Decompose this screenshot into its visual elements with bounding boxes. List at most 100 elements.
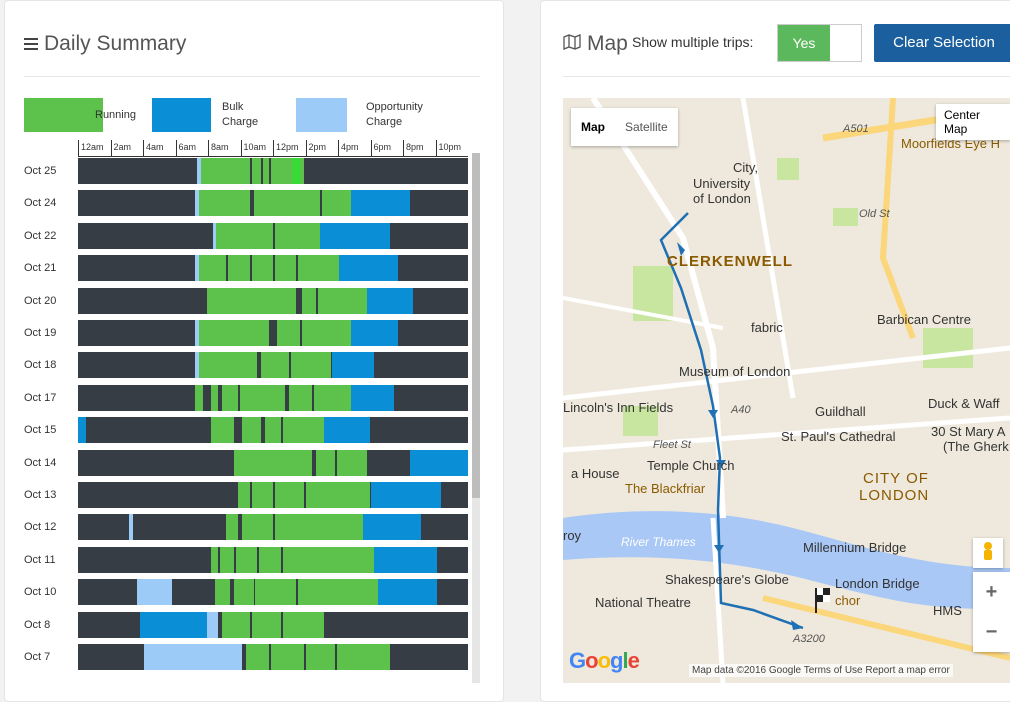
timeline-segment-idle[interactable] (366, 449, 410, 476)
timeline-segment-idle[interactable] (261, 158, 264, 184)
timeline-segment-idle[interactable] (273, 482, 275, 508)
timeline-segment-idle[interactable] (280, 546, 283, 573)
timeline-segment-bulk[interactable] (378, 579, 437, 606)
rows-scrollbar[interactable] (472, 153, 480, 683)
timeline-segment-running[interactable] (216, 222, 320, 249)
timeline-segment-running[interactable] (234, 449, 367, 476)
timeline-segment-bulk[interactable] (409, 449, 468, 476)
timeline-segment-running[interactable] (210, 417, 324, 444)
day-timeline-bar[interactable] (78, 255, 468, 282)
timeline-segment-bulk[interactable] (351, 384, 394, 411)
timeline-segment-idle[interactable] (273, 222, 275, 249)
day-timeline-bar[interactable] (78, 482, 468, 508)
timeline-segment-bulk[interactable] (78, 417, 86, 444)
timeline-segment-idle[interactable] (234, 417, 242, 444)
street-view-pegman-icon[interactable] (973, 538, 1003, 568)
timeline-segment-idle[interactable] (296, 287, 303, 314)
timeline-segment-idle[interactable] (284, 384, 289, 411)
timeline-segment-running[interactable] (245, 644, 390, 670)
timeline-segment-idle[interactable] (280, 611, 283, 638)
scroll-thumb[interactable] (472, 153, 480, 498)
timeline-segment-idle[interactable] (218, 384, 223, 411)
timeline-segment-idle[interactable] (226, 255, 229, 282)
zoom-out-button[interactable]: − (973, 612, 1010, 652)
timeline-segment-idle[interactable] (237, 384, 240, 411)
toggle-yes[interactable]: Yes (778, 25, 830, 61)
timeline-segment-idle[interactable] (249, 158, 252, 184)
zoom-in-button[interactable]: + (973, 572, 1010, 612)
timeline-segment-running[interactable] (200, 158, 285, 184)
timeline-segment-idle[interactable] (249, 255, 252, 282)
timeline-segment-idle[interactable] (312, 449, 316, 476)
timeline-segment-idle[interactable] (273, 255, 275, 282)
timeline-segment-idle[interactable] (335, 449, 338, 476)
timeline-segment-running[interactable] (226, 514, 363, 541)
timeline-segment-running[interactable] (198, 255, 340, 282)
timeline-segment-idle[interactable] (257, 546, 260, 573)
timeline-segment-idle[interactable] (253, 579, 256, 606)
day-timeline-bar[interactable] (78, 449, 468, 476)
center-map-button[interactable]: Center Map (936, 104, 1010, 140)
timeline-segment-idle[interactable] (319, 190, 322, 217)
timeline-segment-idle[interactable] (234, 546, 236, 573)
day-timeline-bar[interactable] (78, 287, 468, 314)
trip-map[interactable]: City, University of London CLERKENWELL fabri… (563, 98, 1010, 683)
timeline-segment-idle[interactable] (257, 352, 262, 379)
day-timeline-bar[interactable] (78, 320, 468, 346)
timeline-segment-bulk[interactable] (323, 417, 371, 444)
timeline-segment-idle[interactable] (237, 514, 242, 541)
day-timeline-bar[interactable] (78, 352, 468, 379)
timeline-segment-idle[interactable] (249, 611, 252, 638)
timeline-segment-bulk[interactable] (351, 320, 398, 346)
timeline-segment-bulk[interactable] (339, 255, 398, 282)
timeline-segment-idle[interactable] (269, 644, 272, 670)
day-timeline-bar[interactable] (78, 579, 468, 606)
timeline-segment-idle[interactable] (304, 644, 307, 670)
day-timeline-bar[interactable] (78, 611, 468, 638)
timeline-segment-idle[interactable] (304, 482, 307, 508)
timeline-segment-bright[interactable] (292, 158, 301, 184)
day-timeline-bar[interactable] (78, 514, 468, 541)
timeline-segment-running[interactable] (198, 352, 332, 379)
day-timeline-bar[interactable] (78, 644, 468, 670)
timeline-segment-idle[interactable] (288, 352, 291, 379)
timeline-segment-running[interactable] (300, 158, 305, 184)
timeline-segment-idle[interactable] (218, 546, 221, 573)
map-type-satellite[interactable]: Satellite (615, 108, 678, 146)
timeline-segment-idle[interactable] (273, 514, 275, 541)
timeline-segment-opportunity[interactable] (128, 514, 133, 541)
timeline-segment-idle[interactable] (269, 320, 277, 346)
timeline-segment-idle[interactable] (269, 158, 272, 184)
day-timeline-bar[interactable] (78, 158, 468, 184)
timeline-segment-bulk[interactable] (319, 222, 390, 249)
timeline-segment-running[interactable] (222, 611, 324, 638)
timeline-segment-idle[interactable] (300, 320, 303, 346)
clear-selection-button[interactable]: Clear Selection (874, 24, 1010, 62)
timeline-segment-bulk[interactable] (374, 546, 437, 573)
map-type-control[interactable]: Map Satellite (571, 108, 678, 146)
multiple-trips-toggle[interactable]: Yes (777, 24, 862, 62)
map-type-map[interactable]: Map (571, 108, 615, 146)
timeline-segment-bulk[interactable] (362, 514, 422, 541)
day-timeline-bar[interactable] (78, 384, 468, 411)
timeline-segment-bulk[interactable] (351, 190, 410, 217)
timeline-segment-idle[interactable] (315, 287, 318, 314)
timeline-segment-idle[interactable] (202, 384, 211, 411)
day-timeline-bar[interactable] (78, 222, 468, 249)
timeline-segment-idle[interactable] (296, 255, 299, 282)
timeline-segment-idle[interactable] (296, 579, 299, 606)
timeline-segment-bulk[interactable] (140, 611, 207, 638)
day-timeline-bar[interactable] (78, 190, 468, 217)
timeline-segment-bulk[interactable] (370, 482, 441, 508)
timeline-segment-bulk[interactable] (331, 352, 375, 379)
timeline-segment-idle[interactable] (280, 417, 283, 444)
timeline-segment-idle[interactable] (335, 644, 338, 670)
timeline-segment-opportunity[interactable] (136, 579, 172, 606)
timeline-segment-running[interactable] (253, 190, 351, 217)
timeline-segment-running[interactable] (206, 287, 367, 314)
timeline-segment-running[interactable] (198, 190, 250, 217)
timeline-segment-opportunity[interactable] (144, 644, 242, 670)
timeline-segment-idle[interactable] (230, 579, 234, 606)
day-timeline-bar[interactable] (78, 546, 468, 573)
day-timeline-bar[interactable] (78, 417, 468, 444)
